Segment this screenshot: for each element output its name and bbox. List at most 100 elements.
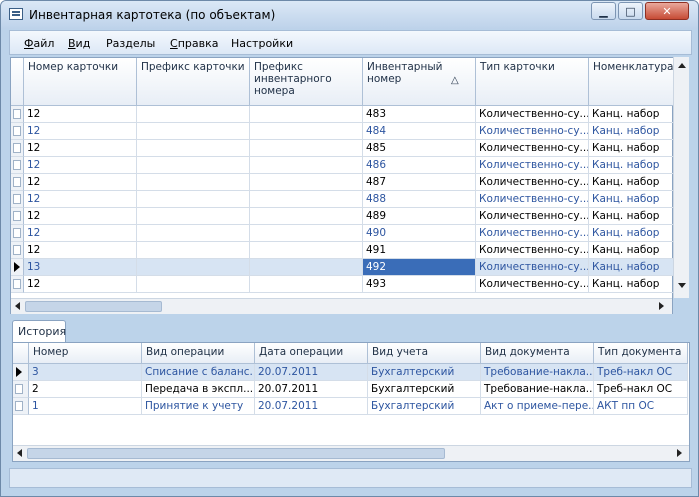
table-cell[interactable]: 12 xyxy=(24,191,137,208)
table-row[interactable]: 12 493 Количественно-су... Канц. набор xyxy=(11,276,674,293)
table-cell[interactable] xyxy=(137,259,250,276)
column-header[interactable]: Префикс карточки xyxy=(137,58,250,106)
table-cell[interactable] xyxy=(250,259,363,276)
table-cell[interactable]: Канц. набор xyxy=(589,259,674,276)
table-cell[interactable]: Канц. набор xyxy=(589,106,674,123)
table-cell[interactable]: Бухгалтерский xyxy=(368,398,481,415)
table-cell[interactable]: Канц. набор xyxy=(589,123,674,140)
table-cell[interactable]: 12 xyxy=(24,123,137,140)
table-cell[interactable]: 489 xyxy=(363,208,476,225)
table-cell[interactable] xyxy=(137,242,250,259)
table-cell[interactable]: Треб-накл ОС xyxy=(594,364,688,381)
table-cell[interactable] xyxy=(137,225,250,242)
row-selector[interactable] xyxy=(13,364,29,381)
table-cell[interactable] xyxy=(250,157,363,174)
title-bar[interactable]: Инвентарная картотека (по объектам) ▁ □ … xyxy=(1,1,698,29)
table-cell[interactable]: 12 xyxy=(24,208,137,225)
table-cell[interactable]: 491 xyxy=(363,242,476,259)
history-horizontal-scrollbar[interactable] xyxy=(13,445,689,461)
table-cell[interactable]: 12 xyxy=(24,276,137,293)
menu-settings[interactable]: Настройки xyxy=(231,37,293,50)
minimize-button[interactable]: ▁ xyxy=(591,2,616,20)
column-header[interactable]: Тип документа xyxy=(594,343,688,364)
table-cell[interactable]: Количественно-су... xyxy=(476,242,589,259)
table-cell[interactable]: 485 xyxy=(363,140,476,157)
table-cell[interactable] xyxy=(137,174,250,191)
table-cell[interactable]: Количественно-су... xyxy=(476,191,589,208)
row-selector[interactable] xyxy=(11,225,24,242)
sort-ascending-icon[interactable]: △ xyxy=(451,75,459,87)
table-cell[interactable] xyxy=(137,191,250,208)
table-cell[interactable]: 488 xyxy=(363,191,476,208)
scroll-right-arrow-icon[interactable] xyxy=(677,449,682,457)
table-cell[interactable]: Акт о приеме-пере... xyxy=(481,398,594,415)
table-cell[interactable] xyxy=(250,106,363,123)
table-cell[interactable]: Канц. набор xyxy=(589,276,674,293)
table-cell[interactable]: 20.07.2011 xyxy=(255,381,368,398)
tab-history[interactable]: История xyxy=(12,320,66,342)
column-header[interactable]: Вид документа xyxy=(481,343,594,364)
table-cell[interactable] xyxy=(250,191,363,208)
table-cell[interactable]: Канц. набор xyxy=(589,242,674,259)
column-header[interactable]: Тип карточки xyxy=(476,58,589,106)
table-cell[interactable]: Треб-накл ОС xyxy=(594,381,688,398)
row-selector[interactable] xyxy=(11,174,24,191)
table-cell[interactable]: 12 xyxy=(24,225,137,242)
table-cell[interactable]: 20.07.2011 xyxy=(255,398,368,415)
scroll-left-arrow-icon[interactable] xyxy=(15,302,20,310)
table-row[interactable]: 12 485 Количественно-су... Канц. набор xyxy=(11,140,674,157)
table-cell[interactable]: 12 xyxy=(24,242,137,259)
history-grid[interactable]: Номер Вид операции Дата операции Вид учета В… xyxy=(12,342,690,462)
table-cell[interactable]: Канц. набор xyxy=(589,157,674,174)
table-cell[interactable] xyxy=(137,106,250,123)
table-cell[interactable]: 20.07.2011 xyxy=(255,364,368,381)
scroll-right-arrow-icon[interactable] xyxy=(659,302,664,310)
table-row[interactable]: 12 483 Количественно-су... Канц. набор xyxy=(11,106,674,123)
table-cell[interactable]: Канц. набор xyxy=(589,225,674,242)
column-header[interactable]: Дата операции xyxy=(255,343,368,364)
table-cell[interactable]: 1 xyxy=(29,398,142,415)
table-cell[interactable]: 487 xyxy=(363,174,476,191)
table-cell[interactable]: 486 xyxy=(363,157,476,174)
table-row[interactable]: 12 488 Количественно-су... Канц. набор xyxy=(11,191,674,208)
table-cell[interactable] xyxy=(137,123,250,140)
table-cell[interactable]: Списание с баланс... xyxy=(142,364,255,381)
table-cell[interactable]: 3 xyxy=(29,364,142,381)
table-cell[interactable] xyxy=(137,276,250,293)
row-selector[interactable] xyxy=(11,276,24,293)
column-header[interactable]: Вид операции xyxy=(142,343,255,364)
table-cell[interactable] xyxy=(250,242,363,259)
column-header[interactable]: Префикс инвентарного номера xyxy=(250,58,363,106)
table-cell[interactable] xyxy=(137,140,250,157)
table-cell[interactable] xyxy=(250,123,363,140)
table-cell[interactable]: Требование-накла... xyxy=(481,364,594,381)
table-cell[interactable]: Канц. набор xyxy=(589,140,674,157)
table-cell[interactable]: Количественно-су... xyxy=(476,259,589,276)
table-row[interactable]: 12 484 Количественно-су... Канц. набор xyxy=(11,123,674,140)
table-cell[interactable] xyxy=(250,225,363,242)
row-selector[interactable] xyxy=(11,140,24,157)
row-selector[interactable] xyxy=(11,106,24,123)
table-cell[interactable] xyxy=(137,208,250,225)
table-cell[interactable]: Количественно-су... xyxy=(476,225,589,242)
close-button[interactable]: ✕ xyxy=(645,2,689,20)
table-cell[interactable]: Канц. набор xyxy=(589,191,674,208)
table-cell[interactable]: 490 xyxy=(363,225,476,242)
table-cell[interactable]: Количественно-су... xyxy=(476,106,589,123)
table-cell[interactable]: 492 xyxy=(363,259,476,276)
table-cell[interactable]: Количественно-су... xyxy=(476,157,589,174)
table-row[interactable]: 12 486 Количественно-су... Канц. набор xyxy=(11,157,674,174)
cards-horizontal-scrollbar[interactable] xyxy=(11,298,672,314)
scroll-thumb[interactable] xyxy=(25,301,162,312)
table-cell[interactable]: Принятие к учету xyxy=(142,398,255,415)
column-header[interactable]: Вид учета xyxy=(368,343,481,364)
table-row[interactable]: 2 Передача в экспл... 20.07.2011 Бухгалтерс… xyxy=(13,381,689,398)
table-row[interactable]: 12 487 Количественно-су... Канц. набор xyxy=(11,174,674,191)
row-selector[interactable] xyxy=(11,208,24,225)
column-header[interactable]: Номер карточки xyxy=(24,58,137,106)
table-cell[interactable]: Бухгалтерский xyxy=(368,364,481,381)
table-cell[interactable]: Канц. набор xyxy=(589,208,674,225)
table-row[interactable]: 12 489 Количественно-су... Канц. набор xyxy=(11,208,674,225)
table-cell[interactable]: 12 xyxy=(24,157,137,174)
menu-file[interactable]: Файл xyxy=(24,37,54,50)
